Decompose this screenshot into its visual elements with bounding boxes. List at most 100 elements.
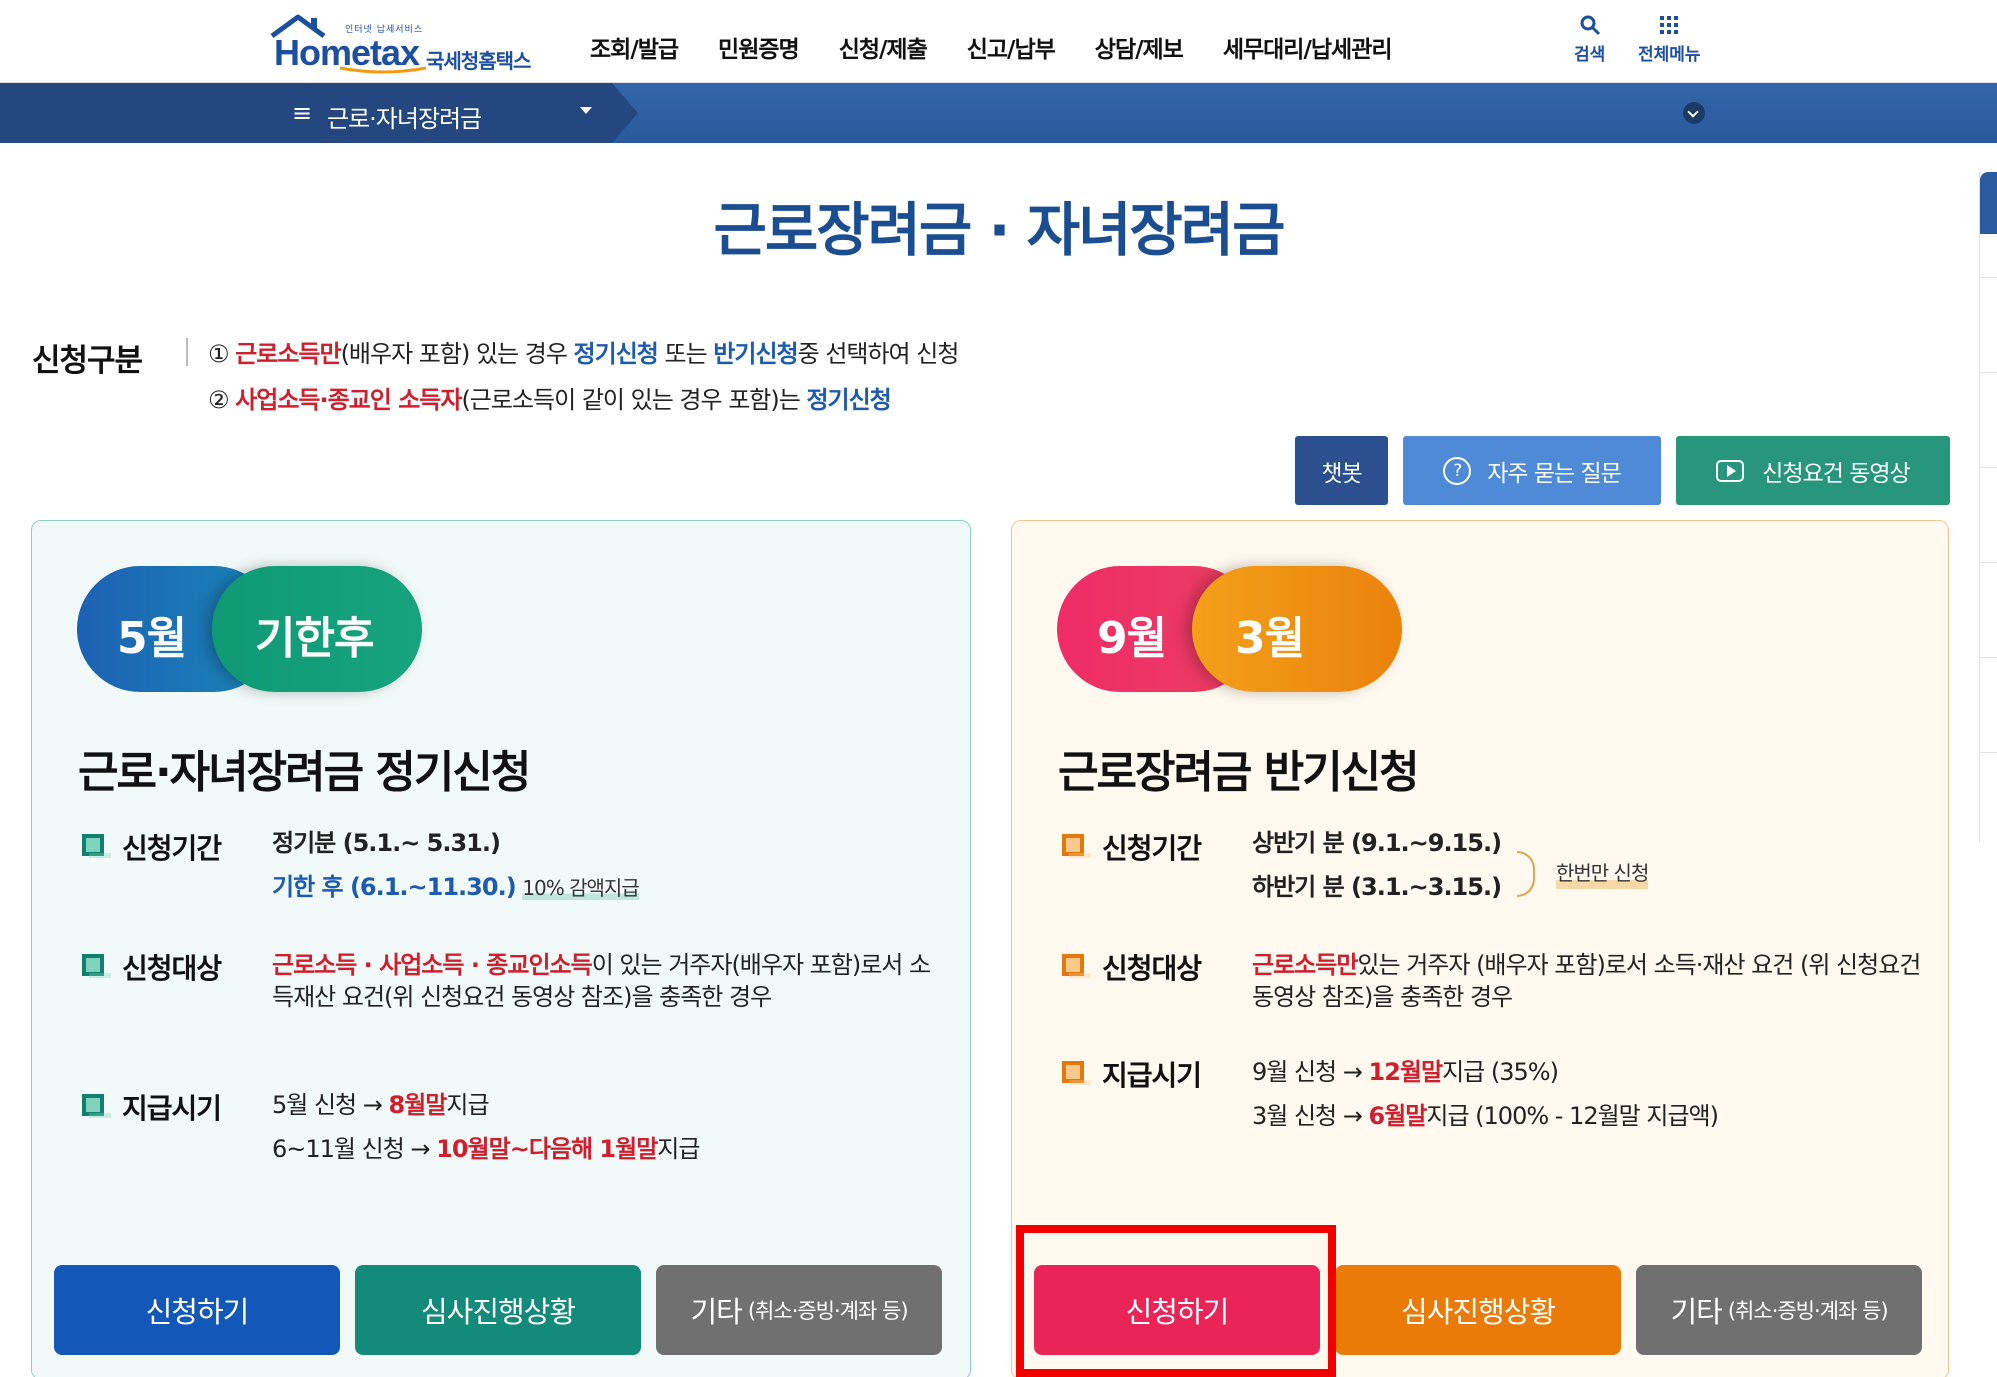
video-button[interactable]: 신청요건 동영상 bbox=[1676, 436, 1950, 505]
question-icon: ? bbox=[1443, 456, 1472, 485]
period-label: 신청기간 bbox=[1102, 832, 1202, 865]
half-year-etc-button[interactable]: 기타 (취소·증빙·계좌 등) bbox=[1636, 1265, 1922, 1355]
nav-tax-agent[interactable]: 세무대리/납세관리 bbox=[1223, 30, 1393, 64]
category-line-1: ① 근로소득만(배우자 포함) 있는 경우 정기신청 또는 반기신청중 선택하여… bbox=[208, 334, 960, 369]
pay2-post: 지급 (100% - 12월말 지급액) bbox=[1426, 1102, 1719, 1130]
pill-label-may: 5월 bbox=[117, 613, 187, 664]
target-text: 근로소득만있는 거주자 (배우자 포함)로서 소득·재산 요건 (위 신청요건 … bbox=[1252, 949, 1932, 1013]
faq-button[interactable]: ? 자주 묻는 질문 bbox=[1403, 436, 1661, 505]
search-button[interactable]: 검색 bbox=[1574, 14, 1605, 65]
regular-application-card: 5월 기한후 근로·자녀장려금 정기신청 신청기간 정기분 (5.1.~ 5.3… bbox=[31, 520, 971, 1377]
line2-highlight-blue: 정기신청 bbox=[806, 386, 891, 414]
checkbox-square-icon bbox=[82, 954, 111, 978]
regular-etc-button[interactable]: 기타 (취소·증빙·계좌 등) bbox=[656, 1265, 942, 1355]
period-first-half: 상반기 분 (9.1.~9.15.) bbox=[1252, 829, 1502, 857]
quick-menu-divider bbox=[1980, 562, 1997, 563]
checkbox-square-icon bbox=[1062, 834, 1091, 858]
pay2-post: 지급 bbox=[657, 1135, 700, 1163]
checkbox-square-icon bbox=[1062, 1061, 1091, 1085]
line1-highlight-blue-2: 반기신청 bbox=[713, 340, 798, 368]
chevron-down-icon[interactable] bbox=[580, 107, 592, 114]
hometax-logo[interactable]: 인터넷 납세서비스 Hometax 국세청홈택스 bbox=[268, 10, 543, 74]
nav-inquiry[interactable]: 조회/발급 bbox=[590, 30, 679, 64]
category-divider bbox=[186, 338, 188, 366]
period-late: 기한 후 (6.1.~11.30.) bbox=[272, 873, 517, 901]
quick-menu-divider bbox=[1980, 277, 1997, 278]
period-note: 한번만 신청 bbox=[1556, 857, 1649, 889]
pay-row-2: 6~11월 신청 → 10월말~다음해 1월말지급 bbox=[272, 1133, 700, 1165]
play-icon bbox=[1716, 459, 1745, 482]
search-label: 검색 bbox=[1574, 45, 1606, 65]
logo-swoosh-icon bbox=[339, 66, 427, 74]
regular-apply-button[interactable]: 신청하기 bbox=[54, 1265, 340, 1355]
period-second-half: 하반기 분 (3.1.~3.15.) bbox=[1252, 873, 1502, 901]
search-icon bbox=[1580, 15, 1600, 36]
target-text: 근로소득 · 사업소득 · 종교인소득이 있는 거주자(배우자 포함)로서 소득… bbox=[272, 949, 932, 1013]
right-quick-menu[interactable] bbox=[1979, 172, 1997, 842]
target-label: 신청대상 bbox=[1102, 952, 1202, 985]
nav-application[interactable]: 신청/제출 bbox=[839, 30, 928, 64]
pay-row-2: 3월 신청 → 6월말지급 (100% - 12월말 지급액) bbox=[1252, 1100, 1719, 1132]
pay1-red: 8월말 bbox=[388, 1091, 448, 1119]
pay1-pre: 5월 신청 → bbox=[272, 1091, 389, 1119]
line1-text-end: 중 선택하여 신청 bbox=[797, 340, 960, 368]
etc-label: 기타 bbox=[1670, 1295, 1722, 1329]
pill-label-march: 3월 bbox=[1235, 613, 1305, 664]
line2-number: ② bbox=[208, 386, 229, 414]
pay-label: 지급시기 bbox=[1102, 1059, 1202, 1092]
period-pill: 5월 기한후 bbox=[77, 566, 422, 692]
grid-menu-icon bbox=[1660, 16, 1679, 34]
pay1-post: 지급 (35%) bbox=[1442, 1058, 1559, 1086]
nav-certificates[interactable]: 민원증명 bbox=[718, 30, 800, 64]
pay2-pre: 6~11월 신청 → bbox=[272, 1135, 437, 1163]
status-label: 심사진행상황 bbox=[420, 1295, 576, 1329]
faq-label: 자주 묻는 질문 bbox=[1487, 460, 1622, 487]
etc-small-label: (취소·증빙·계좌 등) bbox=[1727, 1299, 1889, 1323]
period-pill: 9월 3월 bbox=[1057, 566, 1402, 692]
etc-small-label: (취소·증빙·계좌 등) bbox=[747, 1299, 909, 1323]
hamburger-icon: ≡ bbox=[292, 99, 313, 127]
pay1-red: 12월말 bbox=[1368, 1058, 1444, 1086]
period-label: 신청기간 bbox=[122, 832, 222, 865]
category-label: 신청구분 bbox=[32, 343, 143, 379]
pay-row-1: 9월 신청 → 12월말지급 (35%) bbox=[1252, 1056, 1559, 1088]
line2-highlight-red: 사업소득·종교인 소득자 bbox=[235, 386, 462, 414]
all-menu-button[interactable]: 전체메뉴 bbox=[1638, 14, 1701, 65]
expand-circle-icon[interactable] bbox=[1683, 102, 1705, 124]
logo-korean: 국세청홈택스 bbox=[426, 49, 531, 73]
regular-card-title: 근로·자녀장려금 정기신청 bbox=[78, 747, 531, 798]
line1-text: (배우자 포함) 있는 경우 bbox=[340, 340, 574, 368]
category-line-2: ② 사업소득·종교인 소득자(근로소득이 같이 있는 경우 포함)는 정기신청 bbox=[208, 380, 892, 415]
chatbot-button[interactable]: 챗봇 bbox=[1295, 436, 1388, 505]
apply-label: 신청하기 bbox=[145, 1295, 250, 1329]
highlight-annotation-box bbox=[1016, 1225, 1336, 1377]
page-title: 근로장려금 · 자녀장려금 bbox=[713, 196, 1285, 264]
pay1-pre: 9월 신청 → bbox=[1252, 1058, 1369, 1086]
pay2-pre: 3월 신청 → bbox=[1252, 1102, 1369, 1130]
top-header: 인터넷 납세서비스 Hometax 국세청홈택스 조회/발급 민원증명 신청/제… bbox=[0, 0, 1997, 83]
nav-report-payment[interactable]: 신고/납부 bbox=[967, 30, 1056, 64]
checkbox-square-icon bbox=[1062, 954, 1091, 978]
line1-highlight-red: 근로소득만 bbox=[235, 340, 341, 368]
pay2-red: 10월말~다음해 1월말 bbox=[436, 1135, 658, 1163]
brace-connector bbox=[1517, 851, 1535, 897]
pill-label-after-deadline: 기한후 bbox=[255, 613, 374, 664]
half-year-card-title: 근로장려금 반기신청 bbox=[1058, 747, 1420, 798]
pay-label: 지급시기 bbox=[122, 1092, 222, 1125]
status-label: 심사진행상황 bbox=[1400, 1295, 1556, 1329]
etc-label: 기타 bbox=[690, 1295, 742, 1329]
pill-label-september: 9월 bbox=[1097, 613, 1167, 664]
quick-menu-divider bbox=[1980, 657, 1997, 658]
main-nav: 조회/발급 민원증명 신청/제출 신고/납부 상담/제보 세무대리/납세관리 bbox=[590, 30, 1432, 64]
period-late-row: 기한 후 (6.1.~11.30.) 10% 감액지급 bbox=[272, 871, 640, 904]
regular-status-button[interactable]: 심사진행상황 bbox=[355, 1265, 641, 1355]
quick-menu-divider bbox=[1980, 752, 1997, 753]
line2-text: (근로소득이 같이 있는 경우 포함)는 bbox=[461, 386, 807, 414]
checkbox-square-icon bbox=[82, 1094, 111, 1118]
half-year-status-button[interactable]: 심사진행상황 bbox=[1335, 1265, 1621, 1355]
submenu-arrow bbox=[612, 83, 638, 143]
pay1-post: 지급 bbox=[446, 1091, 489, 1119]
period-late-note: 10% 감액지급 bbox=[522, 876, 640, 900]
nav-consult[interactable]: 상담/제보 bbox=[1095, 30, 1184, 64]
chatbot-label: 챗봇 bbox=[1321, 460, 1362, 487]
